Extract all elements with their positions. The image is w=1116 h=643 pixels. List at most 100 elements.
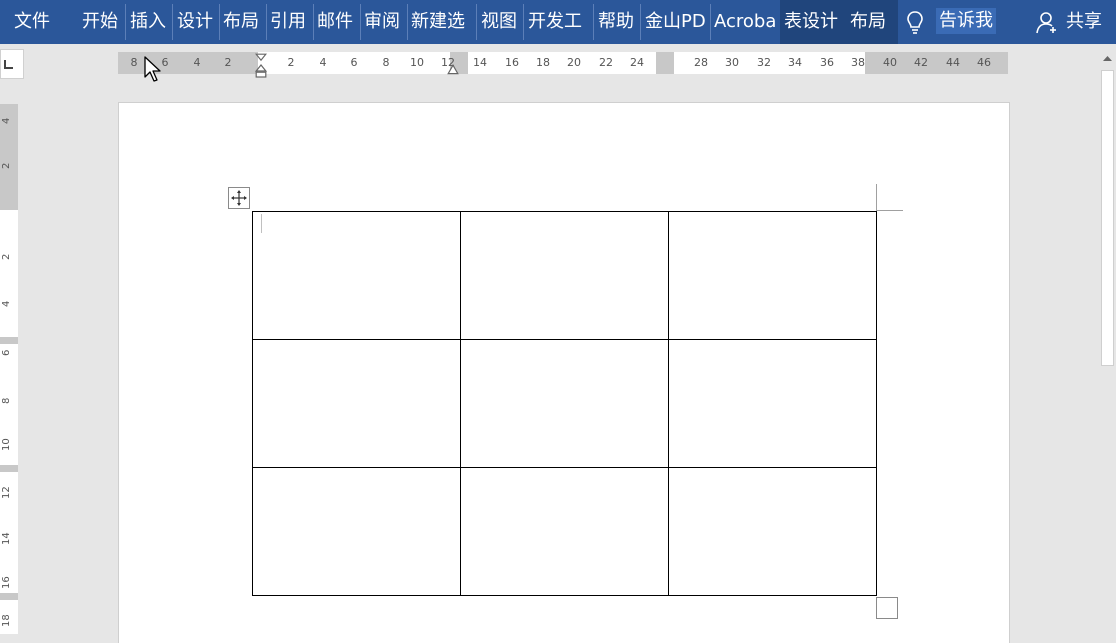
scrollbar-thumb[interactable] xyxy=(1101,70,1114,366)
tab-separator xyxy=(266,4,267,40)
ruler-tick: 28 xyxy=(694,56,708,69)
table-cell[interactable] xyxy=(668,211,877,340)
tell-me-search[interactable]: 告诉我 xyxy=(936,8,996,34)
ruler-tick: 36 xyxy=(820,56,834,69)
ruler-tick: 4 xyxy=(319,56,327,69)
tab-separator xyxy=(172,4,173,40)
person-icon[interactable] xyxy=(1035,10,1059,34)
ruler-tick: 24 xyxy=(630,56,644,69)
ruler-tick: 4 xyxy=(1,117,12,124)
tab-mailings[interactable]: 邮件 xyxy=(317,0,355,44)
tab-separator xyxy=(593,4,594,40)
ruler-tick: 6 xyxy=(1,349,12,356)
ruler-tick: 4 xyxy=(1,300,12,307)
move-arrows-icon xyxy=(231,190,247,206)
scroll-up-icon[interactable] xyxy=(1099,48,1116,68)
ruler-tick: 12 xyxy=(1,486,12,499)
ruler-tick: 20 xyxy=(567,56,581,69)
table-cell[interactable] xyxy=(252,467,461,596)
tab-separator xyxy=(710,4,711,40)
tab-table-design[interactable]: 表设计 xyxy=(780,0,846,44)
ruler-row-gap xyxy=(0,593,18,600)
tab-stop-selector[interactable] xyxy=(0,49,24,79)
tab-layout[interactable]: 布局 xyxy=(223,0,261,44)
ruler-tick: 46 xyxy=(977,56,991,69)
horizontal-ruler[interactable]: 8 6 4 2 2 4 6 8 10 12 14 16 18 20 22 24 … xyxy=(118,52,1008,78)
ruler-tick: 2 xyxy=(1,162,12,169)
table-row xyxy=(252,467,877,596)
vertical-ruler[interactable]: 4 2 2 4 6 8 10 12 14 16 18 xyxy=(0,104,18,634)
tab-references[interactable]: 引用 xyxy=(270,0,308,44)
right-indent-marker[interactable] xyxy=(447,64,459,76)
ruler-tick: 2 xyxy=(1,253,12,260)
crop-mark xyxy=(876,184,877,211)
ruler-row-gap xyxy=(0,465,18,472)
document-table xyxy=(252,211,877,596)
ruler-margin-left xyxy=(118,52,258,74)
ruler-tick: 14 xyxy=(473,56,487,69)
ruler-tick: 14 xyxy=(1,532,12,545)
tab-separator xyxy=(640,4,641,40)
tab-file[interactable]: 文件 xyxy=(14,0,52,44)
crop-mark xyxy=(876,210,903,211)
ruler-tick: 8 xyxy=(1,397,12,404)
table-cell[interactable] xyxy=(460,467,669,596)
ruler-tick: 10 xyxy=(410,56,424,69)
tab-separator xyxy=(360,4,361,40)
tab-view[interactable]: 视图 xyxy=(481,0,519,44)
ruler-row-gap xyxy=(0,337,18,344)
ruler-tick: 32 xyxy=(757,56,771,69)
table-cell[interactable] xyxy=(252,211,461,340)
tab-help[interactable]: 帮助 xyxy=(598,0,636,44)
table-row xyxy=(252,211,877,340)
lightbulb-icon[interactable] xyxy=(905,10,925,36)
tab-separator xyxy=(125,4,126,40)
ruler-tick: 18 xyxy=(1,614,12,627)
tab-new-options[interactable]: 新建选 xyxy=(411,0,473,44)
ruler-tick: 2 xyxy=(224,56,232,69)
mouse-pointer-icon xyxy=(144,56,161,82)
table-cell[interactable] xyxy=(460,211,669,340)
left-tab-icon xyxy=(4,60,13,69)
tab-separator xyxy=(523,4,524,40)
ruler-tick: 8 xyxy=(382,56,390,69)
ruler-tick: 2 xyxy=(287,56,295,69)
ruler-tick: 8 xyxy=(130,56,138,69)
table-cell[interactable] xyxy=(460,339,669,468)
ribbon-tab-bar: 文件 开始 插入 设计 布局 引用 邮件 审阅 新建选 视图 开发工 帮助 金山… xyxy=(0,0,1116,44)
tab-table-layout[interactable]: 布局 xyxy=(844,0,898,44)
ruler-tick: 22 xyxy=(599,56,613,69)
tab-separator xyxy=(219,4,220,40)
ruler-tick: 18 xyxy=(536,56,550,69)
tab-design[interactable]: 设计 xyxy=(177,0,215,44)
ruler-tick: 42 xyxy=(914,56,928,69)
ruler-tick: 40 xyxy=(883,56,897,69)
tab-kingsoft-pdf[interactable]: 金山PD xyxy=(645,0,707,44)
tab-developer[interactable]: 开发工 xyxy=(528,0,590,44)
ruler-tick: 10 xyxy=(1,438,12,451)
share-button[interactable]: 共享 xyxy=(1066,0,1102,44)
ruler-tick: 4 xyxy=(193,56,201,69)
ruler-tick: 16 xyxy=(1,576,12,589)
table-cell[interactable] xyxy=(668,467,877,596)
ruler-tick: 6 xyxy=(350,56,358,69)
ruler-tick: 30 xyxy=(725,56,739,69)
text-cursor xyxy=(261,214,262,233)
tab-separator xyxy=(407,4,408,40)
table-cell[interactable] xyxy=(668,339,877,468)
table-row xyxy=(252,339,877,468)
table-resize-handle[interactable] xyxy=(876,597,898,619)
ruler-tick: 34 xyxy=(788,56,802,69)
first-line-indent-marker[interactable] xyxy=(255,48,267,82)
tab-home[interactable]: 开始 xyxy=(82,0,120,44)
tab-acrobat[interactable]: Acroba xyxy=(714,0,778,44)
tab-separator xyxy=(313,4,314,40)
ruler-tick: 44 xyxy=(946,56,960,69)
table-move-handle[interactable] xyxy=(228,187,250,209)
table-cell[interactable] xyxy=(252,339,461,468)
tab-review[interactable]: 审阅 xyxy=(364,0,402,44)
vertical-scrollbar[interactable] xyxy=(1099,44,1116,634)
tab-insert[interactable]: 插入 xyxy=(130,0,168,44)
ruler-tick: 16 xyxy=(505,56,519,69)
ruler-tick: 38 xyxy=(851,56,865,69)
